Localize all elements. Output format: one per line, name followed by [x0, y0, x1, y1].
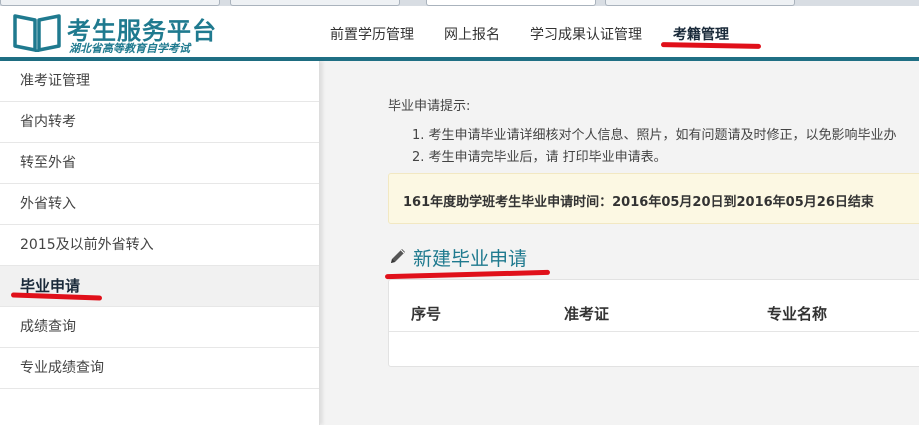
application-period-notice: 161年度助学班考生毕业申请时间：2016年05月20日到2016年05月26日…: [388, 173, 919, 224]
notice-text: 161年度助学班考生毕业申请时间：2016年05月20日到2016年05月26日…: [403, 195, 874, 210]
nav-item-online-registration[interactable]: 网上报名: [444, 24, 500, 44]
platform-subtitle: 湖北省高等教育自学考试: [69, 42, 190, 55]
main-content: 毕业申请提示: 1. 考生申请毕业请详细核对个人信息、照片，如有问题请及时修正，…: [321, 61, 919, 425]
new-graduation-application-link[interactable]: 新建毕业申请: [413, 244, 527, 271]
tips-title: 毕业申请提示:: [388, 99, 471, 114]
site-header: 考生服务平台 湖北省高等教育自学考试 前置学历管理 网上报名 学习成果认证管理 …: [0, 6, 919, 57]
sidebar-item-in-province-transfer[interactable]: 省内转考: [0, 102, 319, 143]
sidebar-item-legacy-transfer-in[interactable]: 2015及以前外省转入: [0, 225, 319, 266]
tip-line: 1. 考生申请毕业请详细核对个人信息、照片，如有问题请及时修正，以免影响毕业办: [412, 128, 897, 143]
sidebar: 准考证管理 省内转考 转至外省 外省转入 2015及以前外省转入 毕业申请 成绩…: [0, 61, 320, 425]
sidebar-item-transfer-out[interactable]: 转至外省: [0, 143, 319, 184]
column-header-major: 专业名称: [767, 305, 828, 323]
tip-line: 2. 考生申请完毕业后，请 打印毕业申请表。: [412, 150, 667, 165]
column-header-index: 序号: [411, 305, 442, 323]
sidebar-item-score-query[interactable]: 成绩查询: [0, 307, 319, 348]
pencil-icon: [391, 249, 405, 263]
column-header-ticket: 准考证: [564, 305, 610, 323]
nav-item-learning-credit[interactable]: 学习成果认证管理: [530, 24, 642, 44]
applications-table: 序号 准考证 专业名称: [388, 279, 919, 367]
book-logo-icon: [13, 14, 61, 52]
sidebar-item-admission-ticket[interactable]: 准考证管理: [0, 61, 319, 102]
nav-item-prior-education[interactable]: 前置学历管理: [330, 24, 414, 44]
nav-item-exam-registry[interactable]: 考籍管理: [673, 24, 729, 44]
table-header-row: 序号 准考证 专业名称: [389, 280, 919, 332]
sidebar-item-graduation-application[interactable]: 毕业申请: [0, 266, 319, 307]
sidebar-item-major-score-query[interactable]: 专业成绩查询: [0, 348, 319, 389]
sidebar-item-transfer-in[interactable]: 外省转入: [0, 184, 319, 225]
